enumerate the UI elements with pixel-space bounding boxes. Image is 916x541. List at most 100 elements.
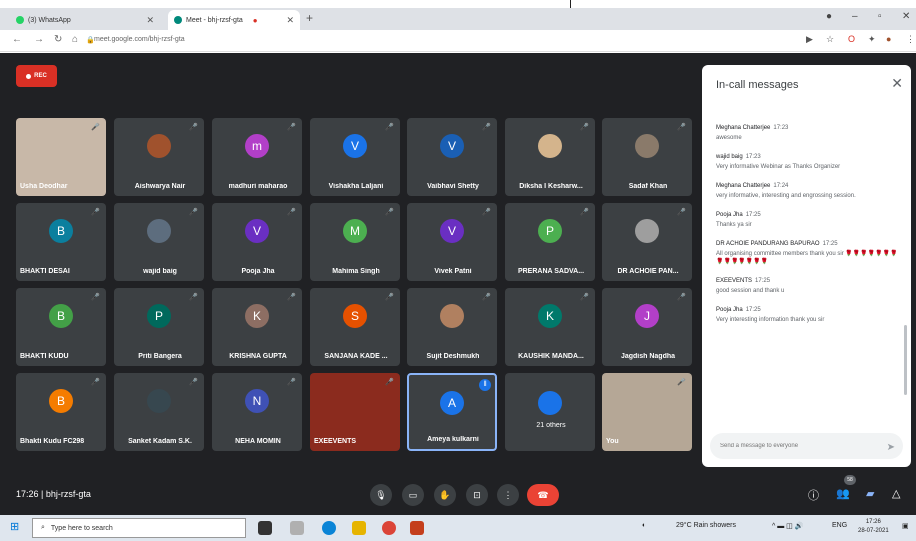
participant-tile[interactable]: 🎤 Usha Deodhar xyxy=(16,118,106,196)
avatar xyxy=(635,219,659,243)
participant-tile[interactable]: 🎤 V Pooja Jha xyxy=(212,203,302,281)
participant-tile[interactable]: 🎤 Sanket Kadam S.K. xyxy=(114,373,204,451)
present-button[interactable]: ⊡ xyxy=(466,484,488,506)
participant-tile[interactable]: 🎤 V Vaibhavi Shetty xyxy=(407,118,497,196)
language[interactable]: ENG xyxy=(832,522,847,529)
raise-hand-button[interactable]: ✋ xyxy=(434,484,456,506)
message-text: Very interesting information thank you s… xyxy=(716,317,825,323)
mic-off-icon: 🎤 xyxy=(677,209,686,216)
taskbar-search[interactable]: ⌕ Type here to search xyxy=(32,518,246,538)
app-tray-icon[interactable]: ◐ xyxy=(642,522,646,529)
close-tab-icon[interactable]: ✕ xyxy=(286,15,294,26)
home-icon[interactable]: ⌂ xyxy=(72,34,78,45)
chat-message: Pooja Jha 17:25 Very interesting informati… xyxy=(716,307,902,324)
app-icon[interactable] xyxy=(290,521,304,535)
message-text: very informative, interesting and engros… xyxy=(716,193,856,199)
participant-tile[interactable]: 🎤 K KAUSHIK MANDA... xyxy=(505,288,595,366)
avatar: K xyxy=(245,304,269,328)
activities-icon[interactable]: △ xyxy=(892,487,900,500)
profile-icon[interactable]: ● xyxy=(826,11,832,22)
participant-tile[interactable]: 🎤 N NEHA MOMIN xyxy=(212,373,302,451)
participant-tile[interactable]: 🎤 Aishwarya Nair xyxy=(114,118,204,196)
participant-tile[interactable]: 🎤 DR ACHOIE PAN... xyxy=(602,203,692,281)
edge-icon[interactable] xyxy=(322,521,336,535)
participant-tile[interactable]: ⦀ A Ameya kulkarni xyxy=(407,373,497,451)
back-icon[interactable]: ← xyxy=(12,34,22,45)
file-explorer-icon[interactable] xyxy=(352,521,366,535)
mic-off-icon: 🎤 xyxy=(677,379,686,386)
participant-tile[interactable]: 🎤 Sadaf Khan xyxy=(602,118,692,196)
bookmark-star-icon[interactable]: ☆ xyxy=(826,34,834,45)
mic-off-icon: 🎤 xyxy=(482,124,491,131)
mic-off-icon: 🎤 xyxy=(385,124,394,131)
clock[interactable]: 17:26 28-07-2021 xyxy=(858,518,889,536)
participant-tile[interactable]: 🎤 B BHAKTI KUDU xyxy=(16,288,106,366)
avatar[interactable]: ● xyxy=(886,34,891,44)
participant-tile[interactable]: 🎤 Sujit Deshmukh xyxy=(407,288,497,366)
close-tab-icon[interactable]: ✕ xyxy=(146,15,154,26)
reload-icon[interactable]: ↻ xyxy=(54,34,62,45)
maximize-icon[interactable]: ▫ xyxy=(878,11,882,22)
tray-icons[interactable]: ^ ▬ ◫ 🔊 xyxy=(772,522,803,530)
participant-tile[interactable]: 🎤 m madhuri maharao xyxy=(212,118,302,196)
close-icon[interactable]: ✕ xyxy=(891,75,903,92)
info-icon[interactable]: ⓘ xyxy=(808,487,819,503)
message-input[interactable] xyxy=(710,433,903,459)
more-options-button[interactable]: ⋮ xyxy=(497,484,519,506)
extensions-icon[interactable]: ✦ xyxy=(868,34,876,45)
menu-icon[interactable]: ⋮ xyxy=(906,34,915,45)
participant-tile[interactable]: 21 others xyxy=(505,373,595,451)
participant-tile[interactable]: 🎤 You xyxy=(602,373,692,451)
participant-tile[interactable]: 🎤 B Bhakti Kudu FC298 xyxy=(16,373,106,451)
chat-message: EXEEVENTS 17:25 good session and thank u xyxy=(716,278,902,295)
task-view-icon[interactable] xyxy=(258,521,272,535)
message-text: awesome xyxy=(716,135,742,141)
mic-off-icon: 🎤 xyxy=(482,209,491,216)
avatar: P xyxy=(538,219,562,243)
chrome-icon[interactable] xyxy=(382,521,396,535)
avatar: m xyxy=(245,134,269,158)
scrollbar[interactable] xyxy=(904,325,907,395)
weather[interactable]: 29°C Rain showers xyxy=(676,522,736,529)
camera-button[interactable]: ▭ xyxy=(402,484,424,506)
participant-tile[interactable]: 🎤 P PRERANA SADVA... xyxy=(505,203,595,281)
notification-icon[interactable]: ▣ xyxy=(902,522,909,530)
opera-icon[interactable]: O xyxy=(848,34,855,44)
windows-start-icon[interactable]: ⊞ xyxy=(10,520,19,533)
minimize-icon[interactable]: – xyxy=(852,11,858,22)
url-field[interactable]: meet.google.com/bhj-rzsf-gta xyxy=(94,36,185,43)
mic-off-icon: 🎤 xyxy=(580,294,589,301)
participant-tile[interactable]: 🎤 M Mahima Singh xyxy=(310,203,400,281)
participant-tile[interactable]: 🎤 J Jagdish Nagdha xyxy=(602,288,692,366)
participant-tile[interactable]: 🎤 P Priti Bangera xyxy=(114,288,204,366)
camera-icon[interactable]: ▶ xyxy=(806,34,813,45)
participant-name: Sadaf Khan xyxy=(628,183,668,190)
participant-name: DR ACHOIE PAN... xyxy=(617,268,679,275)
send-icon[interactable]: ➤ xyxy=(887,442,895,453)
participant-tile[interactable]: 🎤 K KRISHNA GUPTA xyxy=(212,288,302,366)
participant-name: KAUSHIK MANDA... xyxy=(518,353,584,360)
participant-tile[interactable]: 🎤 V Vivek Patni xyxy=(407,203,497,281)
new-tab-button[interactable]: + xyxy=(306,11,313,25)
participant-tile[interactable]: 🎤 EXEEVENTS xyxy=(310,373,400,451)
message-text: good session and thank u xyxy=(716,288,785,294)
avatar xyxy=(538,391,562,415)
participant-tile[interactable]: 🎤 S SANJANA KADE ... xyxy=(310,288,400,366)
avatar: V xyxy=(245,219,269,243)
forward-icon[interactable]: → xyxy=(34,34,44,45)
message-header: Meghana Chatterjee 17:24 xyxy=(716,183,902,189)
tab-whatsapp[interactable]: (3) WhatsApp ✕ xyxy=(10,10,160,30)
close-window-icon[interactable]: ✕ xyxy=(902,11,910,22)
tab-meet[interactable]: Meet - bhj-rzsf-gta ● ✕ xyxy=(168,10,300,30)
participant-tile[interactable]: 🎤 wajid baig xyxy=(114,203,204,281)
participant-tile[interactable]: 🎤 B BHAKTI DESAI xyxy=(16,203,106,281)
participant-tile[interactable]: 🎤 V Vishakha Laljani xyxy=(310,118,400,196)
microphone-button[interactable]: 🎙 xyxy=(370,484,392,506)
search-placeholder: Type here to search xyxy=(50,524,113,532)
leave-call-button[interactable]: ☎ xyxy=(527,484,559,506)
message-sender: Meghana Chatterjee xyxy=(716,125,771,131)
powerpoint-icon[interactable] xyxy=(410,521,424,535)
chat-icon[interactable]: ▰ xyxy=(866,487,874,500)
people-icon[interactable]: 👥 xyxy=(836,487,850,500)
participant-tile[interactable]: 🎤 Diksha I Kesharw... xyxy=(505,118,595,196)
